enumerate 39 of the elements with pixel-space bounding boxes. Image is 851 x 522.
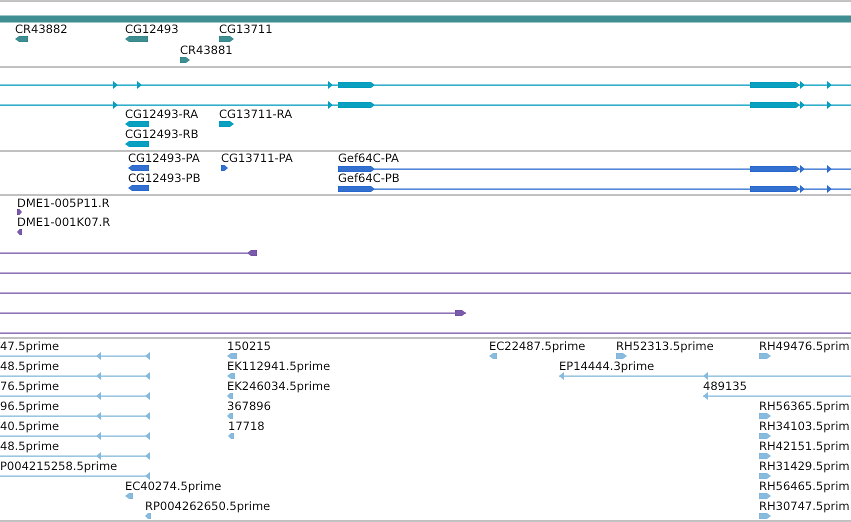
feature-label: RH34103.5prim — [759, 420, 850, 433]
feature-label: CG12493-PA — [128, 152, 200, 165]
feature-label: DME1-001K07.R — [17, 216, 110, 229]
feature-label: 367896 — [227, 400, 271, 413]
feature-label: CG13711-PA — [221, 152, 293, 165]
feature-label: CG12493 — [125, 23, 179, 36]
feature-label: DME1-005P11.R — [17, 197, 110, 210]
feature-label: CG12493-PB — [128, 172, 200, 185]
feature-label: Gef64C-PB — [338, 172, 400, 185]
feature-label: CG12493-RA — [125, 108, 198, 121]
feature-label: RH52313.5prime — [616, 340, 714, 353]
feature-label: EK112941.5prime — [227, 360, 330, 373]
feature-label: 489135 — [703, 380, 747, 393]
feature-label: 150215 — [227, 340, 271, 353]
feature-label: RH31429.5prim — [759, 460, 850, 473]
feature-label: 76.5prime — [0, 380, 60, 393]
feature-label: RH49476.5prim — [759, 340, 850, 353]
feature-label: P004215258.5prime — [0, 460, 118, 473]
feature-label: RH42151.5prim — [759, 440, 850, 453]
feature-label: RH56465.5prim — [759, 480, 850, 493]
feature-label: CG12493-RB — [125, 128, 199, 141]
feature-label: 48.5prime — [0, 360, 60, 373]
feature-label: RP004262650.5prime — [145, 500, 270, 513]
feature-label: 48.5prime — [0, 440, 60, 453]
feature-label: EP14444.3prime — [559, 360, 654, 373]
feature-label: 47.5prime — [0, 340, 60, 353]
feature-label: RH30747.5prim — [759, 500, 850, 513]
feature-label: CR43882 — [15, 23, 68, 36]
feature-label: EK246034.5prime — [227, 380, 330, 393]
feature-label: 96.5prime — [0, 400, 60, 413]
feature-label: 17718 — [228, 420, 265, 433]
feature-label: CR43881 — [180, 44, 233, 57]
feature-label: EC22487.5prime — [489, 340, 586, 353]
feature-label: EC40274.5prime — [125, 480, 222, 493]
feature-label: 40.5prime — [0, 420, 60, 433]
feature-label: Gef64C-PA — [338, 152, 399, 165]
feature-label: CG13711-RA — [219, 108, 292, 121]
feature-label: RH56365.5prim — [759, 400, 850, 413]
feature-label: CG13711 — [219, 23, 273, 36]
